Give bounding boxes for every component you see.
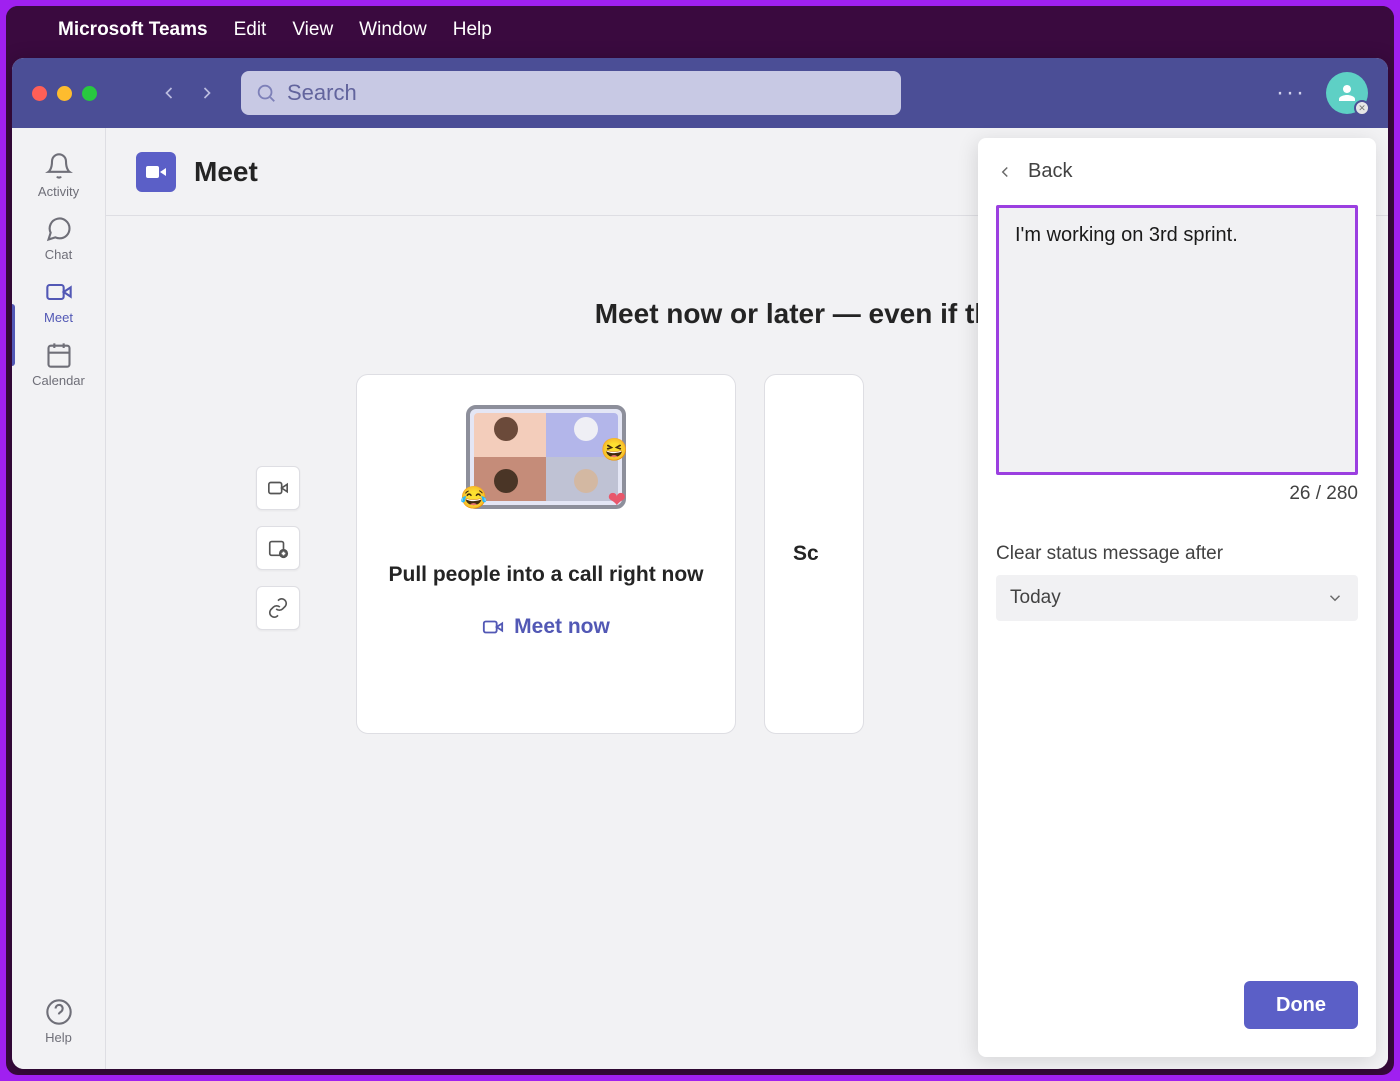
rail-meet[interactable]: Meet [19,268,99,331]
select-value: Today [1010,587,1061,609]
emoji-icon: 😆 [601,437,628,463]
qa-link-button[interactable] [256,586,300,630]
help-icon [45,998,73,1026]
rail-activity[interactable]: Activity [19,142,99,205]
search-icon [255,82,277,104]
calendar-icon [45,341,73,369]
qa-schedule-button[interactable] [256,526,300,570]
rail-active-indicator [12,304,15,366]
schedule-card-peek: Sc [764,374,864,734]
meet-now-label: Meet now [514,615,610,639]
user-avatar[interactable]: ✕ [1326,72,1368,114]
clear-after-label: Clear status message after [996,543,1358,565]
chevron-left-icon [996,163,1014,181]
menu-edit[interactable]: Edit [234,19,267,41]
rail-chat-label: Chat [45,247,72,262]
search-input[interactable]: Search [241,71,901,115]
meet-app-tile [136,152,176,192]
chat-icon [45,215,73,243]
nav-forward-icon[interactable] [197,83,217,103]
bell-icon [45,152,73,180]
heart-icon: ❤ [608,487,626,513]
quick-actions [256,466,300,630]
meet-now-card: 😆 😂 ❤ Pull people into a call right now … [356,374,736,734]
fullscreen-window-icon[interactable] [82,86,97,101]
link-icon [267,597,289,619]
mac-menubar: Microsoft Teams Edit View Window Help [6,6,1394,54]
qa-meet-now-button[interactable] [256,466,300,510]
minimize-window-icon[interactable] [57,86,72,101]
rail-calendar-label: Calendar [32,373,85,388]
chevron-down-icon [1326,589,1344,607]
titlebar: Search ··· ✕ [12,58,1388,128]
teams-window: Search ··· ✕ Activity C [12,58,1388,1069]
rail-help-label: Help [45,1030,72,1045]
meet-illustration: 😆 😂 ❤ [466,405,626,509]
status-unknown-icon: ✕ [1354,100,1370,116]
video-icon [45,278,73,306]
video-fill-icon [144,160,168,184]
menu-window[interactable]: Window [359,19,427,41]
back-label: Back [1028,160,1072,183]
rail-activity-label: Activity [38,184,79,199]
menubar-app-name[interactable]: Microsoft Teams [58,19,208,41]
rail-help[interactable]: Help [19,988,99,1051]
more-options-icon[interactable]: ··· [1276,79,1306,107]
status-message-panel: Back 26 / 280 Clear status message after… [978,138,1376,1057]
char-counter: 26 / 280 [996,483,1358,505]
rail-calendar[interactable]: Calendar [19,331,99,394]
menu-view[interactable]: View [292,19,333,41]
calendar-plus-icon [267,537,289,559]
search-placeholder: Search [287,80,357,106]
meet-now-button[interactable]: Meet now [482,615,610,639]
done-button[interactable]: Done [1244,981,1358,1029]
schedule-card-text: Sc [793,542,819,566]
back-button[interactable]: Back [996,160,1358,183]
close-window-icon[interactable] [32,86,47,101]
clear-after-select[interactable]: Today [996,575,1358,621]
menu-help[interactable]: Help [453,19,492,41]
video-outline-icon [267,477,289,499]
window-controls[interactable] [32,86,97,101]
status-message-input[interactable] [996,205,1358,475]
rail-chat[interactable]: Chat [19,205,99,268]
page-title: Meet [194,156,258,188]
main-area: Meet Meet now or later — [106,128,1388,1069]
left-rail: Activity Chat Meet Calendar Help [12,128,106,1069]
emoji-icon: 😂 [460,485,487,511]
nav-back-icon[interactable] [159,83,179,103]
rail-meet-label: Meet [44,310,73,325]
card-description: Pull people into a call right now [388,563,703,587]
video-outline-icon [482,616,504,638]
